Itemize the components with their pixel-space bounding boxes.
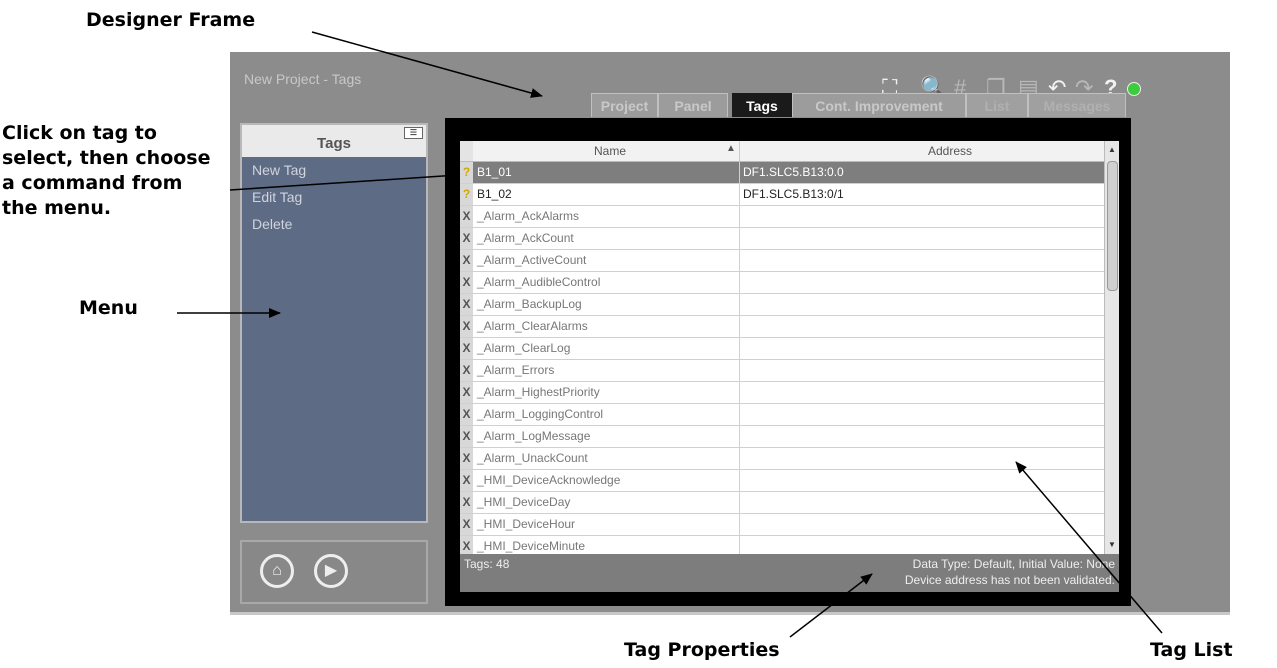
arrow-tag-list — [1015, 461, 1163, 634]
callout-arrows — [177, 31, 1163, 638]
arrow-click-tag — [229, 170, 459, 191]
arrow-tag-properties — [789, 573, 873, 638]
arrow-designer-frame — [311, 31, 543, 98]
